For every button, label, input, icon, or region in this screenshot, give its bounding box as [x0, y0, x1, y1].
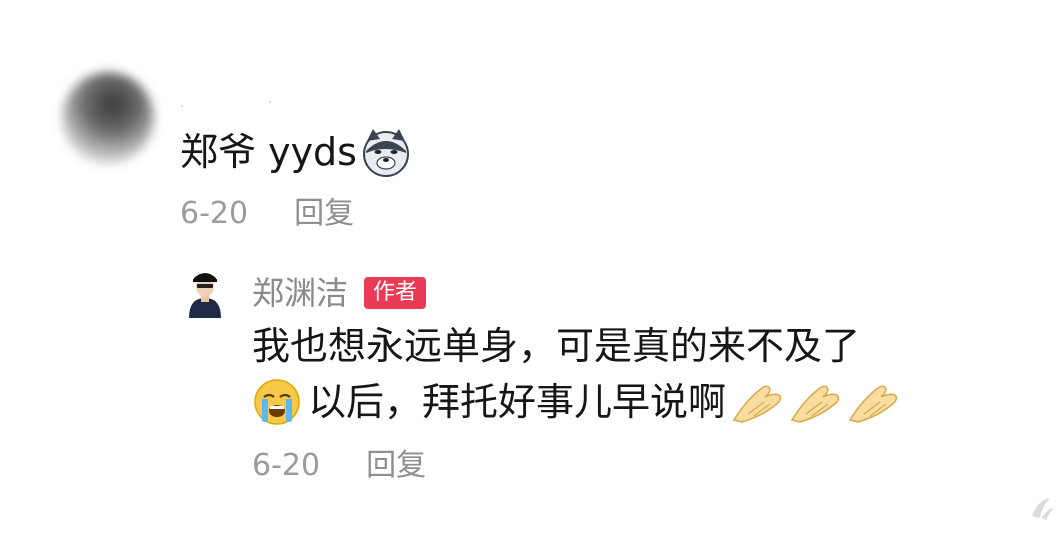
reply-text-line2: 以后，拜托好事儿早说啊 [308, 380, 727, 424]
reply-date: 6-20 [252, 448, 321, 483]
author-name[interactable]: 郑渊洁 [252, 272, 348, 314]
comment-reply-button[interactable]: 回复 [294, 196, 354, 231]
pray-hand-emoji-icon [848, 385, 898, 423]
reply-content: 我也想永远单身，可是真的来不及了 以后，拜托好事儿早说啊 [252, 318, 900, 430]
comment-meta: 6-20 回复 [180, 194, 354, 234]
reply-text-line1: 我也想永远单身，可是真的来不及了 [252, 324, 861, 368]
comment-date: 6-20 [180, 196, 249, 231]
reply-reply-button[interactable]: 回复 [366, 448, 426, 483]
comment-text: 郑爷 yyds [180, 130, 357, 174]
author-avatar[interactable] [181, 264, 229, 318]
author-badge: 作者 [364, 277, 427, 309]
crying-emoji-icon [254, 379, 300, 425]
wolf-emoji-icon [362, 129, 409, 177]
reply-line-1: 我也想永远单身，可是真的来不及了 [252, 318, 900, 374]
pray-hand-emoji-icon [732, 385, 782, 423]
decorative-dots [181, 101, 271, 107]
reply-line-2: 以后，拜托好事儿早说啊 [252, 374, 900, 430]
comment-content: 郑爷 yyds [180, 122, 411, 182]
reply-meta: 6-20 回复 [252, 446, 426, 486]
pray-hand-emoji-icon [790, 385, 840, 423]
commenter-avatar[interactable] [62, 72, 154, 164]
watermark-icon [1032, 498, 1054, 520]
author-header: 郑渊洁 作者 [252, 272, 427, 314]
